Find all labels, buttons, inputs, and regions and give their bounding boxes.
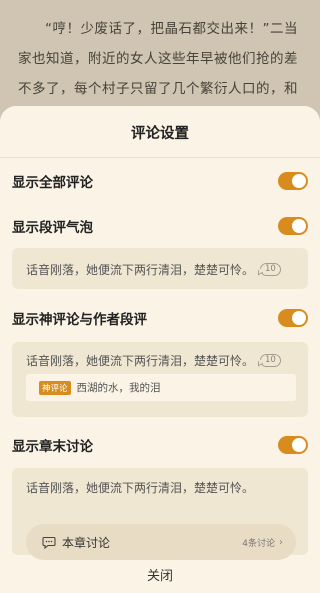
toggle-knob <box>292 219 306 233</box>
setting-row-god-comments: 显示神评论与作者段评 <box>12 304 308 332</box>
toggle-knob <box>292 438 306 452</box>
setting-label: 显示神评论与作者段评 <box>12 312 147 328</box>
chapter-discussion-preview-box: 话音刚落，她便流下两行清泪，楚楚可怜。 本章讨论 4条讨论 › <box>12 468 308 560</box>
chapter-card-left: 本章讨论 <box>42 534 110 551</box>
setting-label: 显示段评气泡 <box>12 220 93 236</box>
toggle-knob <box>292 174 306 188</box>
setting-label: 显示全部评论 <box>12 175 93 191</box>
god-comment-preview-box: 话音刚落，她便流下两行清泪，楚楚可怜。 10 神评论 西湖的水，我的泪 <box>12 342 308 417</box>
setting-label: 显示章末讨论 <box>12 439 93 455</box>
preview-text-row: 话音刚落，她便流下两行清泪，楚楚可怜。 <box>26 479 254 496</box>
comment-bubble-icon: 10 <box>260 263 281 276</box>
preview-sentence: 话音刚落，她便流下两行清泪，楚楚可怜。 <box>26 354 255 368</box>
comment-settings-sheet: 评论设置 显示全部评论 显示段评气泡 话音刚落，她便流下两行清泪，楚楚可怜。 1… <box>0 106 320 593</box>
chapter-discussion-toggle[interactable] <box>278 436 308 454</box>
chapter-discussion-card: 本章讨论 4条讨论 › <box>26 524 296 560</box>
show-all-comments-toggle[interactable] <box>278 172 308 190</box>
chat-bubble-icon <box>42 536 56 549</box>
setting-row-paragraph-bubble: 显示段评气泡 <box>12 212 308 240</box>
setting-row-show-all-comments: 显示全部评论 <box>12 167 308 195</box>
sheet-title: 评论设置 <box>131 126 189 142</box>
god-comment-text: 西湖的水，我的泪 <box>76 382 161 394</box>
bubble-preview-box: 话音刚落，她便流下两行清泪，楚楚可怜。 10 <box>12 248 308 289</box>
god-comment-badge: 神评论 <box>39 380 71 395</box>
paragraph-bubble-toggle[interactable] <box>278 217 308 235</box>
chevron-right-icon: › <box>279 536 283 548</box>
chapter-card-label: 本章讨论 <box>62 535 111 550</box>
close-button[interactable]: 关闭 <box>0 565 320 584</box>
title-divider <box>0 157 320 158</box>
god-comment-card: 神评论 西湖的水，我的泪 <box>26 374 296 401</box>
chapter-discussion-count: 4条讨论 <box>242 538 275 549</box>
preview-sentence: 话音刚落，她便流下两行清泪，楚楚可怜。 <box>26 481 255 495</box>
chapter-card-right: 4条讨论 › <box>242 536 283 549</box>
god-comments-toggle[interactable] <box>278 309 308 327</box>
preview-text-row: 话音刚落，她便流下两行清泪，楚楚可怜。 10 <box>26 261 281 278</box>
toggle-knob <box>292 311 306 325</box>
setting-row-chapter-discussion: 显示章末讨论 <box>12 431 308 459</box>
comment-bubble-icon: 10 <box>260 354 281 367</box>
preview-text-row: 话音刚落，她便流下两行清泪，楚楚可怜。 10 <box>26 352 281 369</box>
preview-sentence: 话音刚落，她便流下两行清泪，楚楚可怜。 <box>26 263 255 277</box>
